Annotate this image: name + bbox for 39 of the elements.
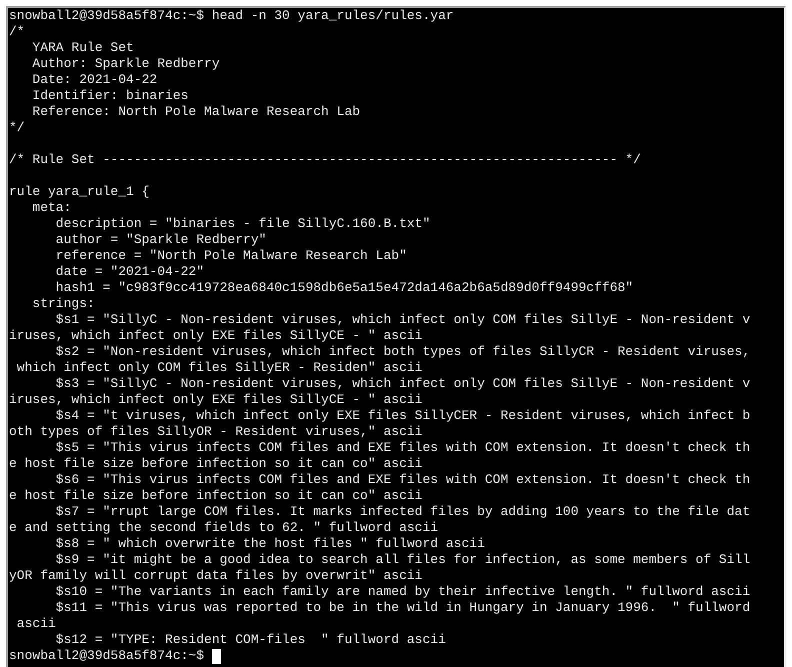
output-line: $s7 = "rrupt large COM files. It marks infected files by adding 100 years to the file dat [54,504,750,520]
output-line: iruses, which infect only EXE files SillyCE - " ascii [9,392,422,408]
output-line: /* [9,24,25,40]
output-line: Identifier: binaries [31,88,188,104]
output-line: /* Rule Set ------------------------------------------------------------------ */ [9,152,641,168]
output-line: $s9 = "it might be a good idea to search all files for infection, as some members of Sill [54,552,750,568]
output-line: oth types of files SillyOR - Resident viruses," ascii [9,424,422,440]
output-line: $s5 = "This virus infects COM files and EXE files with COM extension. It doesn't check th [54,440,750,456]
output-line: e and setting the second fields to 62. " fullword ascii [9,520,438,536]
output-line: YARA Rule Set [31,40,134,56]
shell-prompt: snowball2@39d58a5f874c:~$ [9,648,204,664]
output-line: $s3 = "SillyC - Non-resident viruses, which infect only COM files SillyE - Non-resident v [54,376,750,392]
output-line: $s12 = "TYPE: Resident COM-files " fullword ascii [54,632,446,648]
output-line: $s4 = "t viruses, which infect only EXE files SillyCER - Resident viruses, which infect b [54,408,750,424]
output-line: which infect only COM files SillyER - Residen" ascii [16,360,422,376]
output-line: $s2 = "Non-resident viruses, which infect both types of files SillyCR - Resident viruses, [54,344,750,360]
output-line: rule yara_rule_1 { [9,184,150,200]
output-line: date = "2021-04-22" [54,264,204,280]
output-line: $s10 = "The variants in each family are named by their infective length. " fullword ascii [54,584,750,600]
output-line: yOR family will corrupt data files by overwrit" ascii [9,568,422,584]
output-line: $s11 = "This virus was reported to be in the wild in Hungary in January 1996. " fullword [54,600,750,616]
output-line: hash1 = "c983f9cc419728ea6840c1598db6e5a15e472da146a2b6a5d89d0ff9499cff68" [54,280,634,296]
output-line: $s6 = "This virus infects COM files and EXE files with COM extension. It doesn't check th [54,472,750,488]
output-line: Reference: North Pole Malware Research Lab [31,104,360,120]
output-line: $s8 = " which overwrite the host files " fullword ascii [54,536,485,552]
output-line: ascii [16,616,56,632]
output-line: e host file size before infection so it can co" ascii [9,456,422,472]
output-line: e host file size before infection so it can co" ascii [9,488,422,504]
output-line: Date: 2021-04-22 [31,72,158,88]
output-line: iruses, which infect only EXE files SillyCE - " ascii [9,328,422,344]
output-line: $s1 = "SillyC - Non-resident viruses, which infect only COM files SillyE - Non-resident v [54,312,750,328]
output-line: author = "Sparkle Redberry" [54,232,266,248]
output-line: Author: Sparkle Redberry [31,56,220,72]
output-line: meta: [31,200,72,216]
command-line: snowball2@39d58a5f874c:~$ head -n 30 yara_rules/rules.yar [9,8,454,24]
output-line: description = "binaries - file SillyC.160.B.txt" [54,216,430,232]
output-line: reference = "North Pole Malware Research Lab" [54,248,407,264]
output-line: */ [9,120,25,136]
output-line: strings: [31,296,95,312]
